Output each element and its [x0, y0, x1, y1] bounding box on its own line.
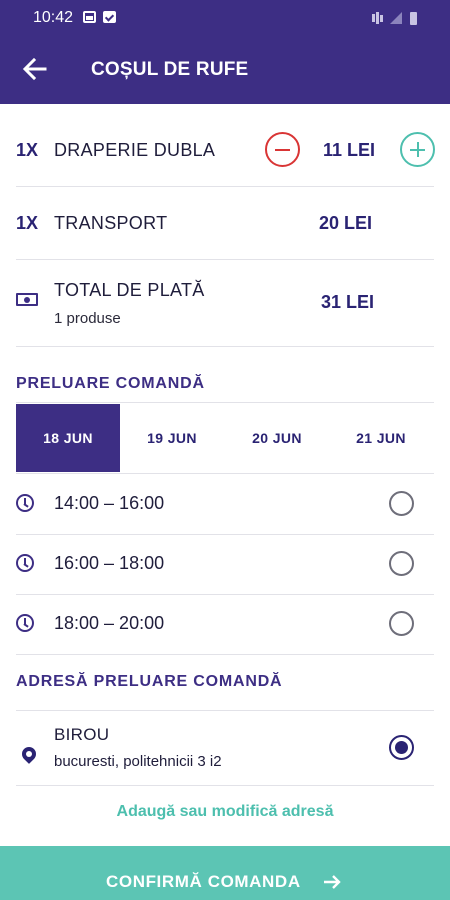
- increase-quantity-button[interactable]: [400, 132, 435, 167]
- total-price: 31 LEI: [321, 292, 375, 312]
- decrease-quantity-button[interactable]: [265, 132, 300, 167]
- item-quantity: 1X: [16, 140, 39, 160]
- time-slot-label: 16:00 – 18:00: [54, 553, 165, 573]
- minus-icon: [275, 149, 290, 151]
- plus-icon-vertical: [416, 142, 419, 157]
- clock-icon: [16, 554, 34, 572]
- item-price: 20 LEI: [319, 213, 373, 233]
- day-tab-18-jun[interactable]: 18 JUN: [16, 404, 120, 472]
- day-tab-20-jun[interactable]: 20 JUN: [225, 404, 329, 472]
- confirm-order-button[interactable]: CONFIRMĂ COMANDA: [0, 846, 450, 900]
- day-selector: 18 JUN 19 JUN 20 JUN 21 JUN: [16, 404, 434, 472]
- item-quantity: 1X: [16, 213, 39, 233]
- time-slot-2[interactable]: 16:00 – 18:00: [16, 534, 434, 594]
- divider: [16, 402, 434, 403]
- back-arrow-icon[interactable]: [20, 54, 50, 84]
- time-slot-radio[interactable]: [389, 611, 414, 636]
- time-slot-1[interactable]: 14:00 – 16:00: [16, 474, 434, 534]
- confirm-order-label: CONFIRMĂ COMANDA: [106, 872, 301, 891]
- item-name: DRAPERIE DUBLA: [54, 140, 216, 160]
- divider: [16, 346, 434, 347]
- time-slot-radio[interactable]: [389, 551, 414, 576]
- cart-item-draperie: 1X DRAPERIE DUBLA 11 LEI: [16, 132, 435, 168]
- app-bar: COȘUL DE RUFE: [0, 36, 450, 104]
- total-subtitle: 1 produse: [54, 310, 121, 327]
- task-notification-icon: [103, 11, 116, 23]
- page-title: COȘUL DE RUFE: [91, 59, 249, 80]
- address-radio[interactable]: [389, 735, 414, 760]
- day-tab-19-jun[interactable]: 19 JUN: [120, 404, 224, 472]
- time-slot-radio[interactable]: [389, 491, 414, 516]
- arrow-right-icon: [324, 875, 341, 889]
- address-section-title: ADRESĂ PRELUARE COMANDĂ: [16, 673, 283, 690]
- item-price: 11 LEI: [323, 140, 376, 160]
- money-icon: [16, 293, 38, 306]
- edit-address-link[interactable]: Adaugă sau modifică adresă: [0, 803, 450, 821]
- address-name: BIROU: [54, 725, 110, 744]
- total-label: TOTAL DE PLATĂ: [54, 280, 205, 300]
- clock-icon: [16, 614, 34, 632]
- total-row: TOTAL DE PLATĂ 1 produse 31 LEI: [16, 279, 434, 331]
- item-name: TRANSPORT: [54, 213, 168, 233]
- gallery-notification-icon: [83, 11, 96, 23]
- time-slot-3[interactable]: 18:00 – 20:00: [16, 594, 434, 654]
- location-pin-icon: [19, 744, 39, 764]
- time-slot-label: 14:00 – 16:00: [54, 493, 165, 513]
- divider: [16, 785, 434, 786]
- divider: [16, 654, 434, 655]
- cart-item-transport: 1X TRANSPORT 20 LEI: [16, 205, 434, 241]
- divider: [16, 259, 434, 260]
- clock-icon: [16, 494, 34, 512]
- signal-battery-icon: [372, 12, 417, 25]
- status-bar: 10:42: [0, 0, 450, 36]
- status-time: 10:42: [33, 9, 74, 26]
- divider: [16, 186, 434, 187]
- address-item-birou[interactable]: BIROU bucuresti, politehnicii 3 i2: [16, 711, 434, 785]
- address-line: bucuresti, politehnicii 3 i2: [54, 753, 222, 770]
- day-tab-21-jun[interactable]: 21 JUN: [329, 404, 433, 472]
- time-slot-label: 18:00 – 20:00: [54, 613, 165, 633]
- pickup-section-title: PRELUARE COMANDĂ: [16, 375, 205, 392]
